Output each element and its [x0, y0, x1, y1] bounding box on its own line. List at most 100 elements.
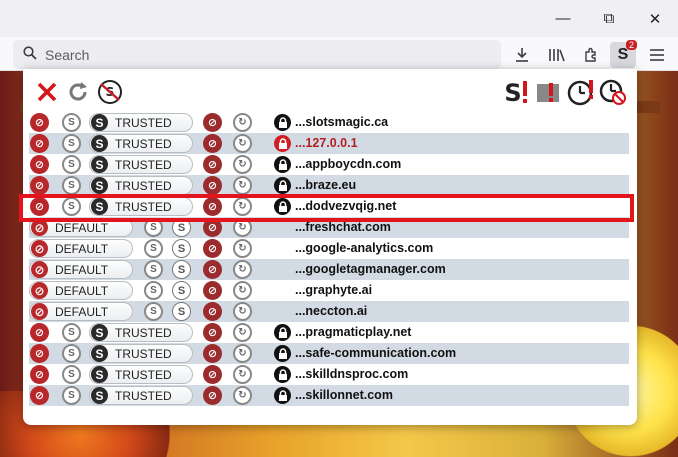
default-preset-button[interactable]: ⊘ DEFAULT [29, 281, 133, 300]
trusted-preset-icon[interactable]: S [172, 281, 191, 300]
close-icon[interactable] [33, 78, 61, 106]
site-row: ⊘ S S TRUSTED ⊘ ↻ ...pragmaticplay.net [29, 322, 629, 343]
temp-trusted-preset-icon[interactable]: S [62, 134, 81, 153]
untrusted-icon[interactable]: ⊘ [203, 134, 222, 153]
custom-preset-icon[interactable]: ↻ [233, 386, 252, 405]
default-preset-button[interactable]: ⊘ DEFAULT [29, 260, 133, 279]
untrusted-icon[interactable]: ⊘ [203, 113, 222, 132]
status-label: DEFAULT [55, 283, 109, 298]
status-label: DEFAULT [55, 304, 109, 319]
untrusted-preset-icon[interactable]: ⊘ [30, 365, 49, 384]
trusted-preset-icon[interactable]: S [172, 239, 191, 258]
untrusted-preset-icon[interactable]: ⊘ [30, 323, 49, 342]
status-label: TRUSTED [115, 367, 172, 382]
trusted-preset-button[interactable]: S TRUSTED [89, 365, 193, 384]
temp-trusted-preset-icon[interactable]: S [144, 260, 163, 279]
site-row: ⊘ S S TRUSTED ⊘ ↻ ...skillonnet.com [29, 385, 629, 406]
lock-icon[interactable] [274, 366, 291, 383]
temp-trusted-preset-icon[interactable]: S [144, 281, 163, 300]
noscript-s-icon: S [91, 387, 108, 404]
temp-trust-page-icon[interactable] [567, 78, 595, 106]
temp-trusted-preset-icon[interactable]: S [62, 365, 81, 384]
untrusted-icon[interactable]: ⊘ [203, 281, 222, 300]
custom-preset-icon[interactable]: ↻ [233, 281, 252, 300]
untrusted-preset-icon[interactable]: ⊘ [30, 155, 49, 174]
lock-icon[interactable] [274, 345, 291, 362]
custom-preset-icon[interactable]: ↻ [233, 323, 252, 342]
trusted-preset-button[interactable]: S TRUSTED [89, 323, 193, 342]
untrusted-icon[interactable]: ⊘ [203, 260, 222, 279]
temp-trusted-preset-icon[interactable]: S [144, 302, 163, 321]
revoke-temp-icon[interactable] [599, 78, 627, 106]
custom-preset-icon[interactable]: ↻ [233, 260, 252, 279]
lock-icon[interactable] [274, 135, 291, 152]
custom-preset-icon[interactable]: ↻ [233, 113, 252, 132]
temp-trusted-preset-icon[interactable]: S [62, 344, 81, 363]
domain-label: ...safe-communication.com [295, 346, 457, 360]
options-icon[interactable]: S [96, 78, 124, 106]
temp-trusted-preset-icon[interactable]: S [144, 239, 163, 258]
lock-icon[interactable] [274, 156, 291, 173]
trusted-preset-icon[interactable]: S [172, 260, 191, 279]
extensions-icon[interactable] [578, 42, 604, 68]
extension-badge: 2 [625, 40, 637, 50]
temp-trusted-preset-icon[interactable]: S [62, 323, 81, 342]
custom-preset-icon[interactable]: ↻ [233, 344, 252, 363]
lock-icon[interactable] [274, 177, 291, 194]
noscript-s-icon: S [91, 324, 108, 341]
minimize-icon[interactable]: — [540, 0, 586, 37]
untrusted-preset-icon[interactable]: ⊘ [30, 344, 49, 363]
trusted-preset-button[interactable]: S TRUSTED [89, 386, 193, 405]
title-bar: — ⧉ ✕ [0, 0, 678, 37]
trusted-preset-button[interactable]: S TRUSTED [89, 176, 193, 195]
custom-preset-icon[interactable]: ↻ [233, 239, 252, 258]
trusted-preset-icon[interactable]: S [172, 302, 191, 321]
custom-preset-icon[interactable]: ↻ [233, 365, 252, 384]
lock-icon[interactable] [274, 387, 291, 404]
untrusted-preset-icon[interactable]: ⊘ [30, 386, 49, 405]
temp-trusted-preset-icon[interactable]: S [62, 386, 81, 405]
untrusted-icon[interactable]: ⊘ [203, 176, 222, 195]
temp-trusted-preset-icon[interactable]: S [62, 155, 81, 174]
untrusted-icon[interactable]: ⊘ [203, 323, 222, 342]
download-icon[interactable] [509, 42, 535, 68]
status-label: TRUSTED [115, 388, 172, 403]
site-row: ⊘⊘DEFAULTSS⊘↻...graphyte.ai [29, 280, 629, 301]
close-window-icon[interactable]: ✕ [632, 0, 678, 37]
custom-preset-icon[interactable]: ↻ [233, 176, 252, 195]
trusted-preset-button[interactable]: S TRUSTED [89, 134, 193, 153]
default-preset-button[interactable]: ⊘ DEFAULT [29, 302, 133, 321]
custom-preset-icon[interactable]: ↻ [233, 155, 252, 174]
disable-restrictions-tab-icon[interactable]: S [503, 78, 531, 106]
noscript-icon[interactable]: S 2 [610, 40, 637, 68]
untrusted-icon[interactable]: ⊘ [203, 365, 222, 384]
maximize-icon[interactable]: ⧉ [586, 0, 632, 37]
lock-icon[interactable] [274, 324, 291, 341]
custom-preset-icon[interactable]: ↻ [233, 302, 252, 321]
default-s-icon: ⊘ [31, 282, 48, 299]
default-preset-button[interactable]: ⊘ DEFAULT [29, 239, 133, 258]
search-input[interactable]: Search [13, 40, 501, 69]
reload-icon[interactable] [64, 78, 92, 106]
untrusted-preset-icon[interactable]: ⊘ [30, 113, 49, 132]
library-icon[interactable] [544, 42, 570, 68]
untrusted-icon[interactable]: ⊘ [203, 386, 222, 405]
untrusted-icon[interactable]: ⊘ [203, 155, 222, 174]
domain-label: ...googletagmanager.com [295, 262, 446, 276]
trusted-preset-button[interactable]: S TRUSTED [89, 113, 193, 132]
custom-preset-icon[interactable]: ↻ [233, 134, 252, 153]
untrusted-icon[interactable]: ⊘ [203, 344, 222, 363]
trusted-preset-button[interactable]: S TRUSTED [89, 344, 193, 363]
temp-trusted-preset-icon[interactable]: S [62, 176, 81, 195]
untrusted-preset-icon[interactable]: ⊘ [30, 134, 49, 153]
trusted-preset-button[interactable]: S TRUSTED [89, 155, 193, 174]
untrusted-preset-icon[interactable]: ⊘ [30, 176, 49, 195]
domain-label: ...skillonnet.com [295, 388, 393, 402]
temp-trusted-preset-icon[interactable]: S [62, 113, 81, 132]
disable-restrictions-globally-icon[interactable] [535, 78, 563, 106]
lock-icon[interactable] [274, 114, 291, 131]
menu-icon[interactable] [644, 42, 670, 68]
untrusted-icon[interactable]: ⊘ [203, 239, 222, 258]
untrusted-icon[interactable]: ⊘ [203, 302, 222, 321]
site-row: ⊘ S S TRUSTED ⊘ ↻ ...127.0.0.1 [29, 133, 629, 154]
